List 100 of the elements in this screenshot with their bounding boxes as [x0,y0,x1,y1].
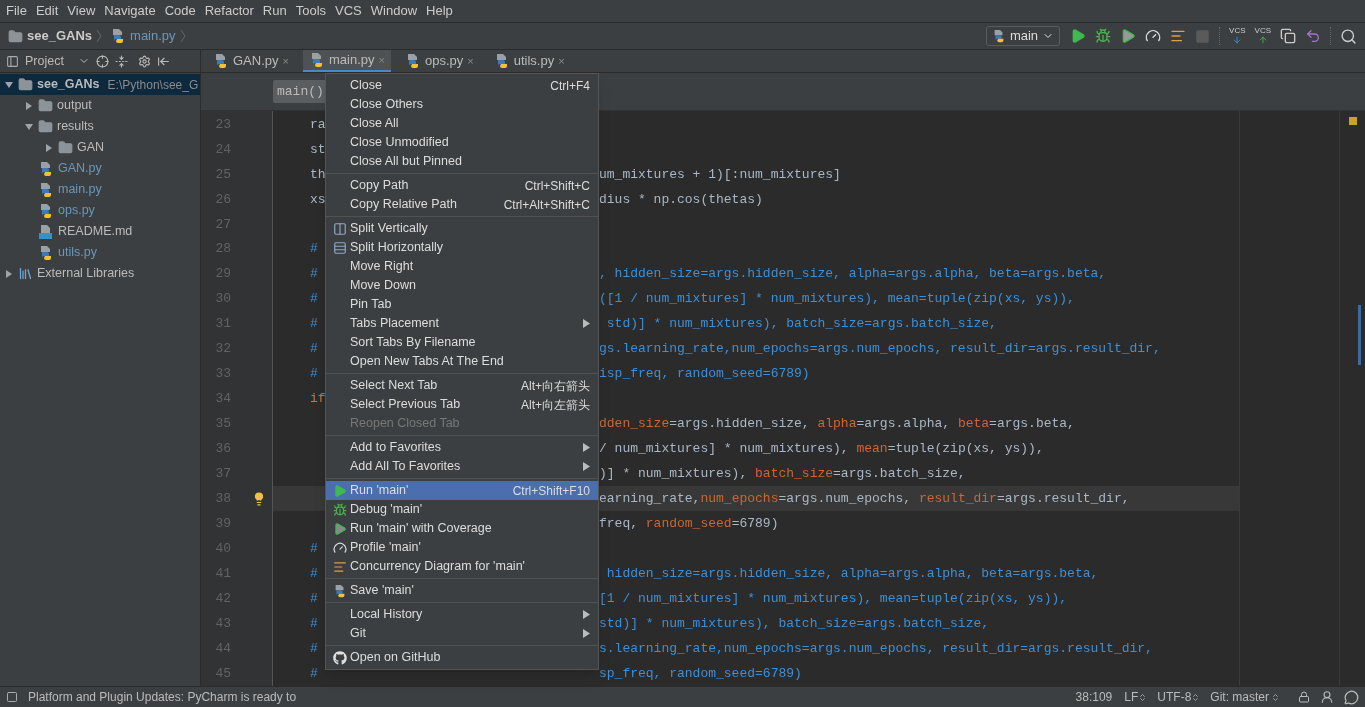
tree-item[interactable]: README.md [0,221,200,242]
run-icon[interactable] [1070,28,1087,44]
menu-bar-item[interactable]: File [2,1,31,21]
lightbulb-icon[interactable] [252,491,266,506]
menu-item-label: Close Others [350,96,423,114]
menu-bar-item[interactable]: Navigate [100,1,160,21]
menu-bar-item[interactable]: Code [160,1,200,21]
menu-item[interactable]: Add All To Favorites [326,457,598,476]
tree-item-label: see_GANs [37,76,100,94]
tree-item[interactable]: GAN.py [0,158,200,179]
editor-tab[interactable]: GAN.py × [207,50,295,72]
tree-item[interactable]: External Libraries [0,263,200,284]
menu-item[interactable]: Copy Path Ctrl+Shift+C [326,176,598,195]
tool-window-icon[interactable] [6,691,18,703]
tree-item[interactable]: GAN [0,137,200,158]
menu-item[interactable]: Add to Favorites [326,438,598,457]
hide-panel-icon[interactable] [156,54,170,68]
caret-position[interactable]: 38:109 [1075,688,1113,706]
tree-item[interactable]: see_GANs E:\Python\see_G [0,74,200,95]
line-separator-selector[interactable]: LF [1124,688,1148,706]
menu-item[interactable]: Select Previous Tab Alt+向左箭头 [326,395,598,414]
editor-tab[interactable]: utils.py × [487,50,571,72]
search-icon[interactable] [1340,27,1357,45]
menu-bar-item[interactable]: Help [422,1,457,21]
editor-tab[interactable]: main.py × [302,50,391,72]
lock-icon[interactable] [1298,691,1310,703]
breadcrumb-separator-icon [179,29,186,43]
menu-item[interactable]: Move Down [326,276,598,295]
panel-title[interactable]: Project [25,51,64,71]
coverage-icon[interactable] [1120,28,1137,44]
menu-item[interactable]: Open New Tabs At The End [326,352,598,371]
menu-bar-item[interactable]: Refactor [200,1,258,21]
menu-item[interactable]: Profile 'main' [326,538,598,557]
debug-icon[interactable] [1095,28,1112,44]
concurrency-diagram-icon[interactable] [1170,28,1187,44]
menu-item[interactable]: Close Unmodified [326,133,598,152]
menu-item[interactable]: Sort Tabs By Filename [326,333,598,352]
menu-bar-item[interactable]: Edit [31,1,63,21]
menu-item-label: Profile 'main' [350,539,421,557]
collapsed-arrow-icon[interactable] [4,268,14,279]
menu-item[interactable]: Tabs Placement [326,314,598,333]
menu-item[interactable]: Close All [326,114,598,133]
collapse-all-icon[interactable] [114,54,128,68]
menu-item[interactable]: Local History [326,605,598,624]
inspection-marker[interactable] [1348,117,1357,125]
menu-item[interactable]: Select Next Tab Alt+向右箭头 [326,376,598,395]
event-log-icon[interactable] [1344,689,1359,705]
status-message[interactable]: Platform and Plugin Updates: PyCharm is ready to [28,688,297,706]
menu-shortcut: Ctrl+Alt+Shift+C [503,196,590,214]
menu-bar-item[interactable]: Tools [291,1,331,21]
expanded-arrow-icon[interactable] [4,79,14,90]
profile-icon[interactable] [1145,28,1162,44]
menu-item-label: Split Horizontally [350,239,444,257]
collapsed-arrow-icon[interactable] [44,142,54,153]
menu-item[interactable]: Close All but Pinned [326,152,598,171]
editor-tab[interactable]: ops.py × [398,50,480,72]
revert-icon[interactable] [1305,28,1321,44]
menu-item[interactable]: Concurrency Diagram for 'main' [326,557,598,576]
menu-bar-item[interactable]: Run [258,1,291,21]
collapsed-arrow-icon[interactable] [24,100,34,111]
menu-item[interactable]: Split Vertically [326,219,598,238]
run-configuration-dropdown[interactable]: main [985,26,1061,46]
expanded-arrow-icon[interactable] [24,121,34,132]
menu-item[interactable]: Move Right [326,257,598,276]
tree-item[interactable]: main.py [0,179,200,200]
markdown-file-icon [38,223,54,240]
structure-breadcrumb[interactable]: main() [273,79,328,104]
menu-item[interactable]: Run 'main' Ctrl+Shift+F10 [326,481,598,500]
menu-bar-item[interactable]: Window [366,1,422,21]
menu-item[interactable]: Split Horizontally [326,238,598,257]
menu-item[interactable]: Copy Relative Path Ctrl+Alt+Shift+C [326,195,598,214]
breadcrumb-item[interactable]: see_GANs [27,26,93,46]
menu-bar-item[interactable]: VCS [331,1,366,21]
tree-item[interactable]: utils.py [0,242,200,263]
code-text: if [310,390,324,409]
menu-item[interactable]: Git [326,624,598,643]
menu-item[interactable]: Debug 'main' [326,500,598,519]
code-text: um_mixtures + 1)[:num_mixtures] [599,165,841,184]
menu-item[interactable]: Close Ctrl+F4 [326,76,598,95]
menu-item[interactable]: Run 'main' with Coverage [326,519,598,538]
vcs-update-button[interactable]: VCS [1229,27,1246,45]
scroll-marker[interactable] [1358,305,1361,365]
tree-item[interactable]: results [0,116,200,137]
tree-item[interactable]: ops.py [0,200,200,221]
vcs-commit-button[interactable]: VCS [1254,27,1271,45]
menu-bar-item[interactable]: View [63,1,100,21]
menu-item[interactable]: Open on GitHub [326,648,598,667]
code-text: xs [310,190,324,209]
settings-icon[interactable] [137,54,151,68]
encoding-selector[interactable]: UTF-8 [1157,688,1201,706]
branch-selector[interactable]: Git: master [1210,688,1280,706]
menu-item[interactable]: Pin Tab [326,295,598,314]
inspector-icon[interactable] [1320,690,1334,704]
menu-item[interactable]: Close Others [326,95,598,114]
locate-icon[interactable] [95,54,109,68]
github-icon [333,650,347,665]
menu-item[interactable]: Save 'main' [326,581,598,600]
python-file-icon [213,53,229,69]
tree-item[interactable]: output [0,95,200,116]
folder-icon [58,140,73,155]
